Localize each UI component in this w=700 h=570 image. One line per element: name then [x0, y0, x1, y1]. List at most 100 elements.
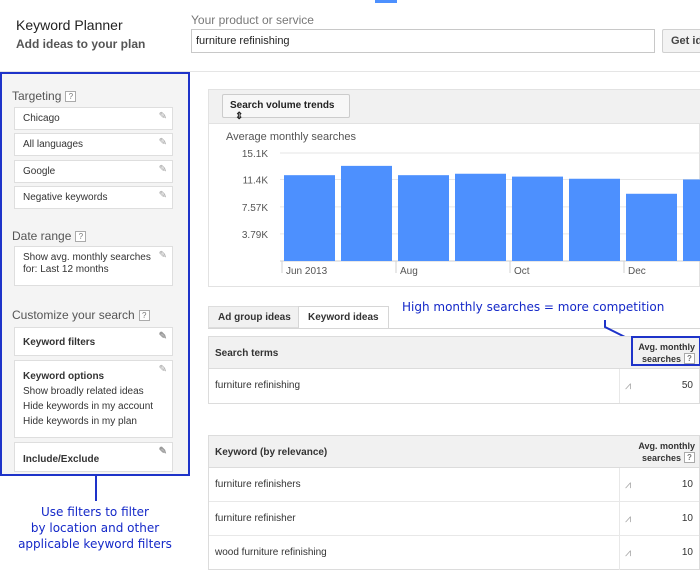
app-title: Keyword Planner — [16, 17, 123, 33]
chart-bar[interactable] — [569, 178, 620, 261]
col-search-terms[interactable]: Search terms — [215, 348, 278, 359]
keyword-option-hide-account: Hide keywords in my account — [23, 401, 154, 412]
volume-value: 10 — [681, 547, 693, 558]
top-accent-bar — [375, 0, 397, 3]
chart-trend-icon[interactable]: ⩘ — [625, 380, 631, 393]
table-row: furniture refinishing ⩘ 50 — [209, 369, 699, 403]
pencil-icon[interactable]: ✎ — [159, 137, 167, 148]
date-range-box[interactable]: Show avg. monthly searches for: Last 12 … — [14, 246, 173, 286]
keyword-filters-label: Keyword filters — [23, 337, 96, 348]
pencil-icon[interactable]: ✎ — [159, 331, 167, 342]
trend-select-label: Search volume trends — [230, 100, 335, 111]
date-range-heading: Date range? — [12, 229, 87, 243]
volume-value: 50 — [681, 380, 693, 391]
pencil-icon[interactable]: ✎ — [159, 190, 167, 201]
targeting-network[interactable]: Google ✎ — [14, 160, 173, 183]
include-exclude-label: Include/Exclude — [23, 454, 100, 465]
chart-bar[interactable] — [455, 173, 506, 261]
targeting-location[interactable]: Chicago ✎ — [14, 107, 173, 130]
chart-title: Average monthly searches — [226, 131, 357, 143]
keyword-text: furniture refinishing — [215, 380, 301, 391]
product-input[interactable]: furniture refinishing — [191, 29, 655, 53]
help-icon[interactable]: ? — [138, 310, 150, 321]
annotation-left-line-3: applicable keyword filters — [18, 537, 172, 551]
targeting-language[interactable]: All languages ✎ — [14, 133, 173, 156]
pencil-icon[interactable]: ✎ — [159, 250, 167, 262]
product-label: Your product or service — [191, 13, 314, 27]
pencil-icon[interactable]: ✎ — [159, 164, 167, 175]
chart-trend-icon[interactable]: ⩘ — [625, 513, 631, 526]
keyword-text: furniture refinisher — [215, 513, 296, 524]
date-range-line-1: Show avg. monthly searches — [23, 252, 151, 263]
help-icon[interactable]: ? — [75, 231, 87, 242]
y-tick-label: 7.57K — [242, 203, 268, 214]
targeting-negative-keywords[interactable]: Negative keywords ✎ — [14, 186, 173, 209]
targeting-location-label: Chicago — [23, 113, 60, 124]
customize-label: Customize your search — [12, 308, 135, 322]
table-header: Search terms Avg. monthly searches? — [209, 337, 699, 369]
keyword-options-title: Keyword options — [23, 371, 105, 382]
search-volume-chart: 15.1K 11.4K 7.57K 3.79K Jun 2013 Aug Oct Dec — [242, 149, 700, 277]
include-exclude-box[interactable]: Include/Exclude ✎ — [14, 442, 173, 472]
chart-bar[interactable] — [683, 179, 700, 261]
chart-bar[interactable] — [626, 193, 677, 261]
search-volume-trends-select[interactable]: Search volume trends ⇕ — [222, 94, 350, 122]
col-avg-line-1: Avg. monthly — [638, 441, 695, 451]
table-row[interactable]: furniture refinishers ⩘ 10 — [209, 468, 699, 502]
chart-trend-icon[interactable]: ⩘ — [625, 479, 631, 492]
get-ideas-button[interactable]: Get id — [662, 29, 700, 53]
date-range-label: Date range — [12, 229, 72, 243]
x-tick-label: Oct — [514, 266, 530, 277]
column-divider — [619, 468, 620, 501]
help-icon[interactable]: ? — [684, 452, 695, 463]
help-icon[interactable]: ? — [65, 91, 77, 102]
annotation-top: High monthly searches = more competition — [402, 300, 665, 314]
customize-heading: Customize your search? — [12, 308, 150, 322]
keyword-filters-box[interactable]: Keyword filters ✎ — [14, 327, 173, 356]
volume-value: 10 — [681, 479, 693, 490]
column-divider — [619, 369, 620, 403]
col-keyword-relevance[interactable]: Keyword (by relevance) — [215, 447, 327, 458]
annotation-left-line-1: Use filters to filter — [41, 505, 149, 519]
targeting-label: Targeting — [12, 89, 62, 103]
annotation-left-line-2: by location and other — [30, 521, 160, 535]
sidebar: Targeting? Chicago ✎ All languages ✎ Goo… — [0, 72, 190, 476]
table-row[interactable]: wood furniture refinishing ⩘ 10 — [209, 536, 699, 570]
app-subtitle: Add ideas to your plan — [16, 37, 146, 51]
targeting-language-label: All languages — [23, 139, 84, 150]
tab-keyword-ideas[interactable]: Keyword ideas — [298, 306, 389, 329]
annotation-left: Use filters to filter by location and ot… — [0, 504, 190, 552]
volume-value: 10 — [681, 513, 693, 524]
keyword-ideas-table: Keyword (by relevance) Avg. monthly sear… — [208, 435, 700, 570]
keyword-options-box[interactable]: Keyword options Show broadly related ide… — [14, 360, 173, 438]
pencil-icon[interactable]: ✎ — [159, 111, 167, 122]
x-tick-label: Dec — [628, 266, 646, 277]
keyword-text: wood furniture refinishing — [215, 547, 327, 558]
x-tick-label: Aug — [400, 266, 418, 277]
col-avg-monthly-searches[interactable]: Avg. monthly searches? — [629, 441, 695, 464]
y-tick-label: 3.79K — [242, 230, 268, 241]
keyword-option-broad: Show broadly related ideas — [23, 386, 144, 397]
targeting-negative-keywords-label: Negative keywords — [23, 192, 108, 203]
targeting-heading: Targeting? — [12, 89, 77, 103]
tab-ad-group-ideas[interactable]: Ad group ideas — [208, 306, 301, 328]
table-header: Keyword (by relevance) Avg. monthly sear… — [209, 436, 699, 468]
column-divider — [619, 536, 620, 570]
chart-bar[interactable] — [341, 165, 392, 261]
col-avg-line-2: searches? — [629, 452, 695, 464]
select-arrows-icon: ⇕ — [235, 111, 244, 122]
chart-bar[interactable] — [512, 176, 563, 261]
keyword-option-hide-plan: Hide keywords in my plan — [23, 416, 137, 427]
y-tick-label: 11.4K — [243, 175, 269, 186]
keyword-text: furniture refinishers — [215, 479, 301, 490]
annotation-connector-left — [95, 476, 97, 501]
x-tick-label: Jun 2013 — [286, 266, 328, 277]
pencil-icon[interactable]: ✎ — [159, 446, 167, 457]
pencil-icon[interactable]: ✎ — [159, 364, 167, 375]
chart-trend-icon[interactable]: ⩘ — [625, 547, 631, 560]
y-tick-label: 15.1K — [242, 149, 268, 160]
table-row[interactable]: furniture refinisher ⩘ 10 — [209, 502, 699, 536]
chart-bar[interactable] — [284, 175, 335, 261]
chart-bar[interactable] — [398, 175, 449, 261]
date-range-line-2: for: Last 12 months — [23, 264, 109, 275]
